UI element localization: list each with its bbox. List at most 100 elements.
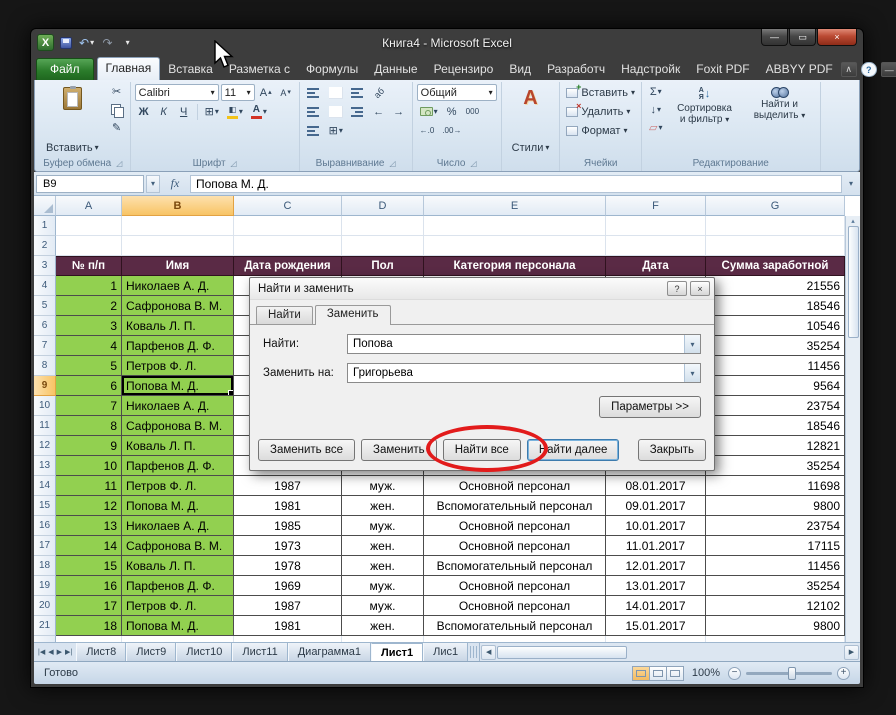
row-header-7[interactable]: 7 [34, 336, 56, 356]
cell-G8[interactable]: 11456 [706, 356, 845, 376]
styles-button[interactable]: А Стили▾ [506, 83, 556, 156]
table-header-G3[interactable]: Сумма заработной [706, 256, 845, 276]
cell-G1[interactable] [706, 216, 845, 236]
alignment-dialog-launcher-icon[interactable]: ◿ [390, 159, 396, 168]
scroll-up-icon[interactable]: ▴ [851, 217, 855, 225]
cell-F2[interactable] [606, 236, 706, 256]
vertical-scrollbar-thumb[interactable] [848, 226, 859, 338]
name-box[interactable]: B9 [36, 175, 144, 193]
number-dialog-launcher-icon[interactable]: ◿ [470, 159, 476, 168]
cell-E21[interactable]: Вспомогательный персонал [424, 616, 606, 636]
cell-C17[interactable]: 1973 [234, 536, 342, 556]
cell-F16[interactable]: 10.01.2017 [606, 516, 706, 536]
cell-A16[interactable]: 13 [56, 516, 122, 536]
scroll-left-button[interactable]: ◀ [481, 645, 496, 660]
zoom-slider-thumb[interactable] [788, 667, 796, 680]
row-header-10[interactable]: 10 [34, 396, 56, 416]
vertical-scrollbar[interactable]: ▴ [845, 216, 860, 642]
align-left-button[interactable] [304, 103, 324, 120]
cell-D21[interactable]: жен. [342, 616, 424, 636]
align-bottom-button[interactable] [348, 84, 368, 101]
row-header-3[interactable]: 3 [34, 256, 56, 276]
ribbon-tab-5[interactable]: Рецензиро [426, 59, 502, 80]
row-header-15[interactable]: 15 [34, 496, 56, 516]
cell-A13[interactable]: 10 [56, 456, 122, 476]
cell-F22[interactable] [606, 636, 706, 642]
clipboard-dialog-launcher-icon[interactable]: ◿ [116, 159, 122, 168]
cell-E20[interactable]: Основной персонал [424, 596, 606, 616]
cell-A4[interactable]: 1 [56, 276, 122, 296]
sheet-tab-0[interactable]: Лист8 [76, 643, 126, 661]
cell-A8[interactable]: 5 [56, 356, 122, 376]
ribbon-tab-9[interactable]: Foxit PDF [688, 59, 757, 80]
replace-all-button[interactable]: Заменить все [258, 439, 355, 461]
row-header-4[interactable]: 4 [34, 276, 56, 296]
cell-D14[interactable]: муж. [342, 476, 424, 496]
help-button[interactable]: ? [861, 62, 877, 77]
table-header-F3[interactable]: Дата [606, 256, 706, 276]
align-middle-button[interactable] [326, 84, 346, 101]
horizontal-scrollbar[interactable]: ◀ ▶ [479, 643, 860, 661]
sheet-tab-3[interactable]: Лист11 [232, 643, 287, 661]
increase-decimal-button[interactable]: ←.0 [417, 122, 438, 139]
find-all-button[interactable]: Найти все [443, 439, 521, 461]
sheet-tab-6[interactable]: Лис1 [423, 643, 468, 661]
cell-D16[interactable]: муж. [342, 516, 424, 536]
wrap-text-button[interactable] [304, 122, 324, 139]
accounting-format-button[interactable]: ▾ [417, 103, 441, 120]
normal-view-button[interactable] [632, 666, 650, 681]
cell-D22[interactable] [342, 636, 424, 642]
cell-A17[interactable]: 14 [56, 536, 122, 556]
cell-B5[interactable]: Сафронова В. М. [122, 296, 234, 316]
cell-A21[interactable]: 18 [56, 616, 122, 636]
column-header-F[interactable]: F [606, 196, 706, 216]
sort-filter-button[interactable]: АЯ ↓ Сортировка и фильтр ▾ [669, 83, 741, 156]
replace-button[interactable]: Заменить [361, 439, 437, 461]
sheet-tab-2[interactable]: Лист10 [176, 643, 232, 661]
cell-B20[interactable]: Петров Ф. Л. [122, 596, 234, 616]
cell-E15[interactable]: Вспомогательный персонал [424, 496, 606, 516]
format-painter-button[interactable]: ✎ [108, 119, 126, 136]
sheet-tab-1[interactable]: Лист9 [126, 643, 176, 661]
cell-G19[interactable]: 35254 [706, 576, 845, 596]
cell-C1[interactable] [234, 216, 342, 236]
name-box-arrow[interactable]: ▾ [146, 175, 160, 193]
cell-F18[interactable]: 12.01.2017 [606, 556, 706, 576]
decrease-indent-button[interactable]: ← [370, 103, 388, 120]
merge-center-button[interactable]: ⊞▾ [326, 122, 346, 139]
close-dialog-button[interactable]: Закрыть [638, 439, 706, 461]
cell-B21[interactable]: Попова М. Д. [122, 616, 234, 636]
row-header-13[interactable]: 13 [34, 456, 56, 476]
row-header-5[interactable]: 5 [34, 296, 56, 316]
percent-style-button[interactable]: % [443, 103, 461, 120]
maximize-button[interactable]: ▭ [789, 29, 816, 46]
ribbon-tab-10[interactable]: ABBYY PDF [758, 59, 841, 80]
decrease-decimal-button[interactable]: .00→ [439, 122, 464, 139]
column-header-E[interactable]: E [424, 196, 606, 216]
cell-G6[interactable]: 10546 [706, 316, 845, 336]
tab-find[interactable]: Найти [256, 306, 313, 324]
fill-color-button[interactable]: ◧▾ [224, 103, 246, 120]
column-header-G[interactable]: G [706, 196, 845, 216]
cell-G5[interactable]: 18546 [706, 296, 845, 316]
page-layout-view-button[interactable] [649, 666, 667, 681]
formula-bar-expand-button[interactable]: ▾ [844, 175, 858, 193]
zoom-level[interactable]: 100% [692, 667, 720, 679]
increase-indent-button[interactable]: → [390, 103, 408, 120]
cell-B19[interactable]: Парфенов Д. Ф. [122, 576, 234, 596]
row-header-17[interactable]: 17 [34, 536, 56, 556]
cell-A6[interactable]: 3 [56, 316, 122, 336]
row-header-20[interactable]: 20 [34, 596, 56, 616]
table-header-B3[interactable]: Имя [122, 256, 234, 276]
paste-button[interactable]: Вставить▾ [40, 83, 105, 156]
cell-A20[interactable]: 17 [56, 596, 122, 616]
cell-B22[interactable] [122, 636, 234, 642]
cell-B15[interactable]: Попова М. Д. [122, 496, 234, 516]
column-header-C[interactable]: C [234, 196, 342, 216]
shrink-font-button[interactable]: А▾ [277, 84, 295, 101]
cell-G21[interactable]: 9800 [706, 616, 845, 636]
file-tab[interactable]: Файл [36, 58, 94, 80]
cell-G12[interactable]: 12821 [706, 436, 845, 456]
cell-A12[interactable]: 9 [56, 436, 122, 456]
next-sheet-button[interactable]: ▶ [57, 648, 62, 656]
